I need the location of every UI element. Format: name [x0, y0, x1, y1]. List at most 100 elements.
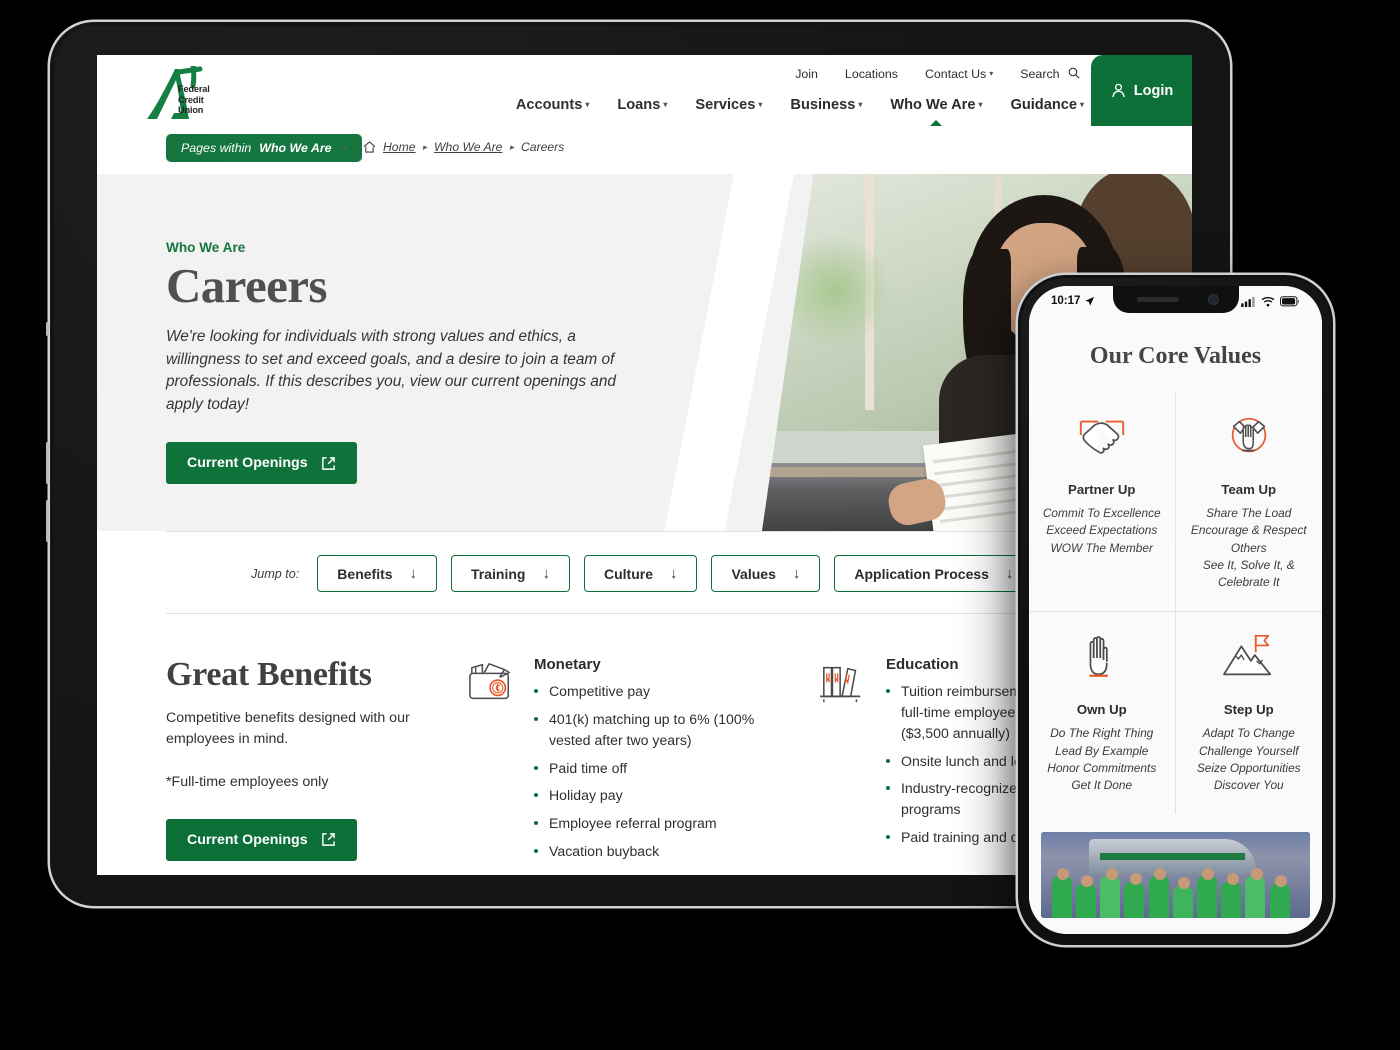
phone-screen: 10:17 Our Core Values Partner Up Commit … — [1029, 286, 1322, 934]
main-nav-loans[interactable]: Loans ▾ — [617, 97, 667, 113]
breadcrumb-who-we-are[interactable]: Who We Are — [434, 140, 502, 154]
benefits-column-title: Monetary — [534, 656, 601, 673]
core-value-line: Encourage & Respect Others — [1190, 523, 1307, 555]
tablet-volume-down-button — [46, 500, 49, 542]
list-item: Holiday pay — [534, 785, 796, 806]
pages-within-prefix: Pages within — [181, 141, 252, 155]
core-value-lines: Do The Right Thing Lead By Example Honor… — [1037, 725, 1167, 794]
utility-nav-contact-us[interactable]: Contact Us ▾ — [925, 67, 993, 81]
search-icon — [1068, 67, 1080, 79]
logo-line-1: Federal — [178, 84, 210, 94]
breadcrumb-separator: ▸ — [509, 141, 514, 152]
hero-paragraph: We're looking for individuals with stron… — [166, 327, 616, 413]
benefits-heading: Great Benefits — [166, 656, 372, 693]
main-nav-guidance[interactable]: Guidance ▾ — [1010, 97, 1084, 113]
main-nav-business[interactable]: Business ▾ — [790, 97, 862, 113]
jump-to-benefits[interactable]: Benefits ↓ — [317, 555, 438, 592]
site-logo[interactable]: Federal Credit Union — [145, 66, 237, 122]
breadcrumb: Home ▸ Who We Are ▸ Careers — [363, 140, 564, 154]
logo-line-3: Union — [178, 105, 204, 116]
utility-nav: Join Locations Contact Us ▾ Search — [795, 67, 1080, 81]
utility-nav-search[interactable]: Search — [1020, 67, 1080, 81]
core-value-name: Own Up — [1076, 702, 1127, 718]
main-nav: Accounts ▾ Loans ▾ Services ▾ Business ▾ Who… — [516, 97, 1084, 129]
jump-to-values[interactable]: Values ↓ — [711, 555, 821, 592]
jump-to-training[interactable]: Training ↓ — [451, 555, 570, 592]
breadcrumb-home[interactable]: Home — [383, 140, 416, 154]
core-value-name: Step Up — [1223, 702, 1274, 718]
battery-icon — [1280, 295, 1300, 306]
arrow-down-icon: ↓ — [792, 565, 801, 582]
core-value-name: Team Up — [1221, 482, 1277, 497]
core-values-grid: Partner Up Commit To Excellence Exceed E… — [1029, 392, 1323, 815]
hero-current-openings-label: Current Openings — [187, 455, 308, 472]
utility-nav-search-label: Search — [1020, 67, 1060, 81]
core-value-line: Get It Done — [1071, 778, 1133, 792]
mountain-flag-icon — [1184, 626, 1315, 688]
user-icon — [1112, 83, 1125, 98]
core-value-line: Seize Opportunities — [1196, 760, 1301, 775]
jump-to-culture[interactable]: Culture ↓ — [583, 555, 698, 592]
phone-device: 10:17 Our Core Values Partner Up Commit … — [1018, 275, 1333, 945]
list-item: Competitive pay — [534, 681, 796, 702]
breadcrumb-bar: Pages within Who We Are ▾ Home ▸ Who We … — [97, 126, 1192, 174]
chevron-down-icon: ▾ — [858, 100, 863, 109]
core-value-team-up: Team Up Share The Load Encourage & Respe… — [1175, 392, 1322, 613]
site-header: Federal Credit Union Join Locations Cont… — [97, 55, 1192, 129]
list-item: Employee referral program — [534, 813, 796, 834]
core-value-lines: Commit To Excellence Exceed Expectations… — [1037, 505, 1167, 557]
benefits-current-openings-button[interactable]: Current Openings — [166, 818, 357, 861]
core-value-line: WOW The Member — [1050, 540, 1153, 555]
main-nav-accounts[interactable]: Accounts ▾ — [516, 97, 590, 113]
signal-bars-icon — [1241, 296, 1255, 307]
login-button-label: Login — [1133, 82, 1174, 99]
benefits-current-openings-label: Current Openings — [187, 831, 308, 848]
chevron-down-icon: ▾ — [989, 69, 994, 78]
utility-nav-join[interactable]: Join — [795, 67, 818, 81]
handshake-icon — [1037, 406, 1167, 468]
login-button[interactable]: Login — [1091, 55, 1192, 126]
location-arrow-icon — [1085, 296, 1095, 306]
front-camera-icon — [1207, 294, 1219, 305]
core-value-line: See It, Solve It, & Celebrate It — [1202, 557, 1295, 589]
arrow-down-icon: ↓ — [669, 565, 678, 582]
hero-current-openings-button[interactable]: Current Openings — [166, 442, 357, 485]
core-value-line: Exceed Expectations — [1046, 523, 1158, 538]
list-item: 401(k) matching up to 6% (100% vested af… — [534, 709, 796, 751]
wallet-money-icon — [466, 656, 520, 869]
jump-to-application-process[interactable]: Application Process ↓ — [834, 555, 1034, 592]
core-value-line: Honor Commitments — [1047, 760, 1157, 775]
core-value-step-up: Step Up Adapt To Change Challenge Yourse… — [1176, 612, 1323, 814]
chevron-down-icon: ▾ — [1079, 100, 1084, 109]
chevron-down-icon: ▾ — [342, 143, 347, 153]
core-value-line: Lead By Example — [1055, 743, 1149, 758]
home-icon — [363, 141, 376, 153]
logo-wordmark: Federal Credit Union — [178, 84, 210, 116]
arrow-down-icon: ↓ — [409, 565, 418, 582]
core-value-line: Do The Right Thing — [1050, 726, 1154, 741]
team-hands-icon — [1184, 406, 1315, 468]
wifi-icon — [1261, 296, 1275, 307]
core-value-partner-up: Partner Up Commit To Excellence Exceed E… — [1029, 392, 1176, 613]
tablet-button-top — [46, 322, 49, 336]
core-value-line: Discover You — [1213, 778, 1284, 792]
core-value-name: Partner Up — [1068, 482, 1136, 497]
core-value-line: Adapt To Change — [1202, 726, 1295, 741]
chevron-down-icon: ▾ — [758, 100, 763, 109]
earpiece-speaker — [1136, 297, 1179, 302]
core-value-line: Commit To Excellence — [1042, 506, 1161, 520]
main-nav-who-we-are[interactable]: Who We Are ▾ — [890, 97, 982, 129]
core-values-title: Our Core Values — [1089, 343, 1262, 369]
main-nav-services[interactable]: Services ▾ — [695, 97, 762, 113]
utility-nav-locations[interactable]: Locations — [845, 67, 898, 81]
hero-eyebrow: Who We Are — [166, 240, 246, 255]
list-item: Paid time off — [534, 758, 796, 779]
pages-within-dropdown[interactable]: Pages within Who We Are ▾ — [166, 134, 362, 162]
arrow-down-icon: ↓ — [1005, 565, 1014, 582]
core-value-line: Share The Load — [1206, 506, 1292, 520]
hero-content: Who We Are Careers We're looking for ind… — [166, 240, 636, 485]
status-time: 10:17 — [1051, 295, 1081, 307]
logo-line-2: Credit — [178, 94, 204, 105]
benefits-column-monetary: Monetary Competitive pay 401(k) matching… — [466, 656, 796, 869]
benefits-note: *Full-time employees only — [166, 773, 329, 790]
